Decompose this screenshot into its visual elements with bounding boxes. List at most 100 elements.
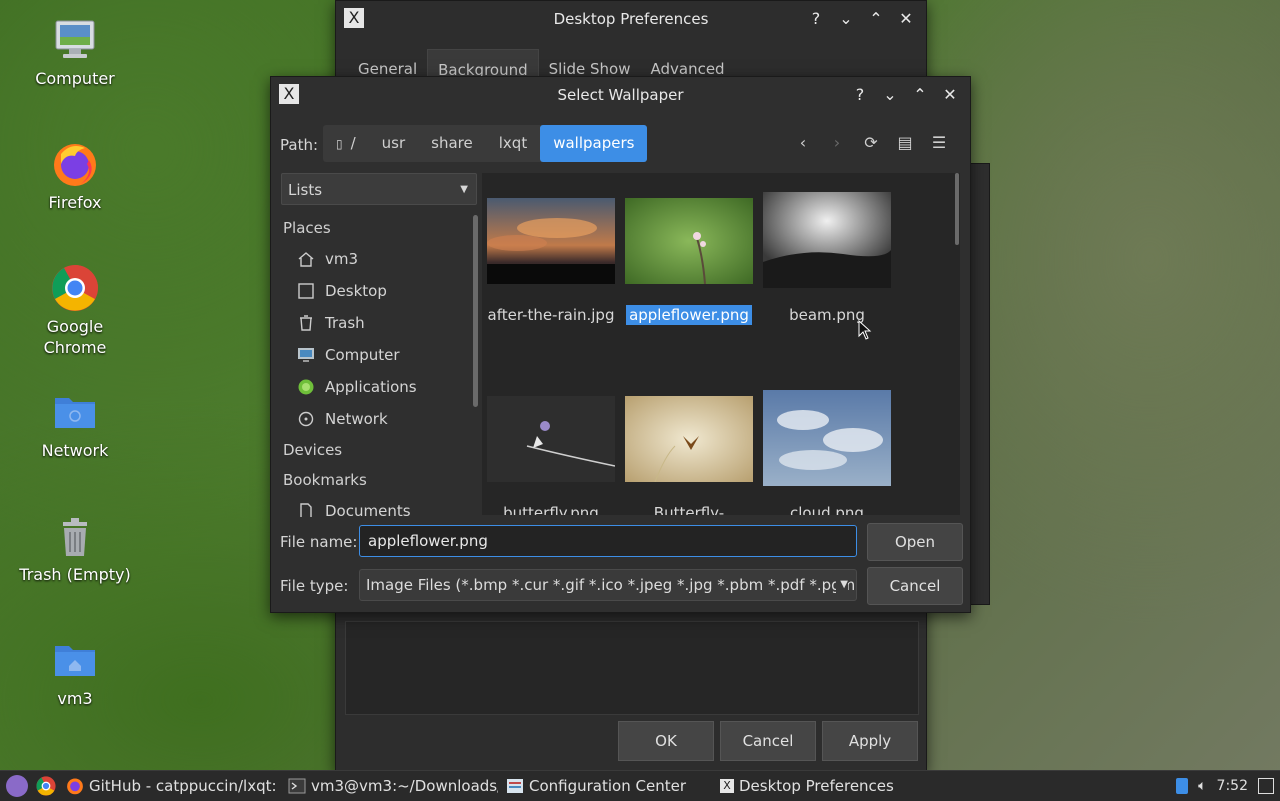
crumb-share[interactable]: share [418, 125, 486, 162]
cancel-button[interactable]: Cancel [867, 567, 963, 605]
desktop-icon-label: Network [41, 441, 109, 460]
window-title: Desktop Preferences [553, 10, 709, 28]
network-folder-icon [51, 388, 99, 436]
sidebar-item-network[interactable]: Network [281, 403, 479, 435]
desktop-icon-trash[interactable]: Trash (Empty) [10, 512, 140, 585]
start-menu-icon[interactable] [6, 775, 28, 797]
file-name-input[interactable] [359, 525, 857, 557]
task-configuration-center[interactable]: Configuration Center [506, 772, 716, 800]
desktop-icon [298, 283, 314, 299]
file-thumbnail-cloud[interactable] [763, 390, 891, 486]
crumb-root[interactable]: ▯ / [323, 125, 369, 162]
new-folder-icon[interactable]: ▤ [894, 132, 916, 154]
file-thumbnail-butterfly-2[interactable] [625, 396, 753, 483]
crumb-wallpapers[interactable]: wallpapers [540, 125, 648, 162]
places-sidebar: Places vm3 Desktop Trash Computer Applic… [281, 213, 479, 517]
task-desktop-preferences[interactable]: X Desktop Preferences [720, 772, 920, 800]
sidebar-item-computer[interactable]: Computer [281, 339, 479, 371]
task-terminal[interactable]: vm3@vm3:~/Downloads/... [288, 772, 498, 800]
sidebar-item-trash[interactable]: Trash [281, 307, 479, 339]
crumb-usr[interactable]: usr [369, 125, 419, 162]
help-button[interactable]: ? [804, 7, 828, 31]
desktop-icon-firefox[interactable]: Firefox [10, 140, 140, 213]
firefox-icon [51, 140, 99, 188]
firefox-icon [67, 778, 83, 795]
desktop-icon-label: Google Chrome [43, 317, 107, 357]
maximize-button[interactable]: ⌃ [864, 7, 888, 31]
file-label[interactable]: beam.png [758, 304, 896, 326]
desktop-icon-computer[interactable]: Computer [10, 16, 140, 89]
maximize-button[interactable]: ⌃ [908, 83, 932, 107]
crumb-lxqt[interactable]: lxqt [486, 125, 540, 162]
mouse-cursor-icon [858, 320, 872, 340]
configuration-icon [507, 779, 523, 793]
close-button[interactable]: ✕ [894, 7, 918, 31]
clock[interactable]: 7:52 [1217, 778, 1248, 794]
file-label[interactable]: butterfly.png [482, 502, 620, 515]
file-thumbnail-butterfly[interactable] [487, 396, 616, 482]
chevron-down-icon: ▼ [460, 184, 468, 195]
forward-icon[interactable]: › [826, 132, 848, 154]
places-header: Places [283, 219, 331, 237]
documents-icon [300, 503, 312, 517]
cancel-button[interactable]: Cancel [720, 721, 816, 761]
apply-button[interactable]: Apply [822, 721, 918, 761]
chrome-launcher-icon[interactable] [36, 776, 56, 796]
sidebar-scrollbar[interactable] [473, 215, 478, 407]
file-thumbnail-after-the-rain[interactable] [487, 198, 615, 284]
file-thumbnail-appleflower[interactable] [625, 198, 753, 285]
minimize-button[interactable]: ⌄ [878, 83, 902, 107]
sidebar-item-desktop[interactable]: Desktop [281, 275, 479, 307]
show-desktop-icon[interactable] [1258, 778, 1274, 794]
app-logo-icon: X [279, 84, 299, 104]
view-options-icon[interactable]: ☰ [928, 132, 950, 154]
sidebar-item-documents[interactable]: Documents [281, 495, 479, 517]
desktop-icon-network[interactable]: Network [10, 388, 140, 461]
chevron-down-icon: ▼ [836, 570, 848, 600]
desktop-icon-label: Computer [35, 69, 115, 88]
bookmarks-header: Bookmarks [283, 471, 367, 489]
desktop-icon-label: Trash (Empty) [19, 565, 131, 584]
clipboard-icon[interactable] [1176, 778, 1189, 794]
chrome-icon [51, 264, 99, 312]
task-github[interactable]: GitHub - catppuccin/lxqt:... [66, 772, 278, 800]
app-logo-icon: X [344, 8, 364, 28]
lxqt-logo-icon: X [720, 779, 734, 793]
desktop-icon-label: vm3 [57, 689, 93, 708]
file-label[interactable]: after-the-rain.jpg [482, 304, 620, 326]
sidebar-item-applications[interactable]: Applications [281, 371, 479, 403]
path-label: Path: [280, 136, 319, 154]
home-icon [298, 252, 314, 267]
desktop-icon-vm3[interactable]: vm3 [10, 636, 140, 709]
file-type-select[interactable]: Image Files (*.bmp *.cur *.gif *.ico *.j… [359, 569, 857, 601]
file-label[interactable]: Butterfly- [620, 502, 758, 515]
volume-icon[interactable]: 🔈︎ [1198, 778, 1206, 794]
drive-icon: ▯ [336, 137, 343, 151]
file-thumbnail-beam[interactable] [763, 192, 891, 288]
select-wallpaper-dialog: X Select Wallpaper ? ⌄ ⌃ ✕ Path: ▯ / usr … [270, 76, 971, 613]
minimize-button[interactable]: ⌄ [834, 7, 858, 31]
titlebar: X Desktop Preferences ? ⌄ ⌃ ✕ [336, 1, 926, 37]
computer-icon [298, 348, 314, 362]
reload-icon[interactable]: ⟳ [860, 132, 882, 154]
file-label-selected[interactable]: appleflower.png [620, 304, 758, 326]
system-tray: 🔈︎ 7:52 [1176, 771, 1280, 801]
help-button[interactable]: ? [848, 83, 872, 107]
home-folder-icon [51, 636, 99, 684]
ok-button[interactable]: OK [618, 721, 714, 761]
view-mode-select[interactable]: Lists ▼ [281, 173, 477, 205]
close-button[interactable]: ✕ [938, 83, 962, 107]
trash-icon [300, 315, 312, 331]
open-button[interactable]: Open [867, 523, 963, 561]
back-icon[interactable]: ‹ [792, 132, 814, 154]
trash-icon [51, 512, 99, 560]
file-grid-scrollbar[interactable] [955, 173, 959, 245]
sidebar-item-vm3[interactable]: vm3 [281, 243, 479, 275]
titlebar: X Select Wallpaper ? ⌄ ⌃ ✕ [271, 77, 970, 113]
desktop-icon-chrome[interactable]: Google Chrome [10, 264, 140, 358]
nav-toolbar: ‹ › ⟳ ▤ ☰ [792, 132, 950, 154]
devices-header: Devices [283, 441, 343, 459]
desktop-icon-label: Firefox [48, 193, 102, 212]
background-preview-panel [345, 621, 919, 715]
file-label[interactable]: cloud.png [758, 502, 896, 515]
